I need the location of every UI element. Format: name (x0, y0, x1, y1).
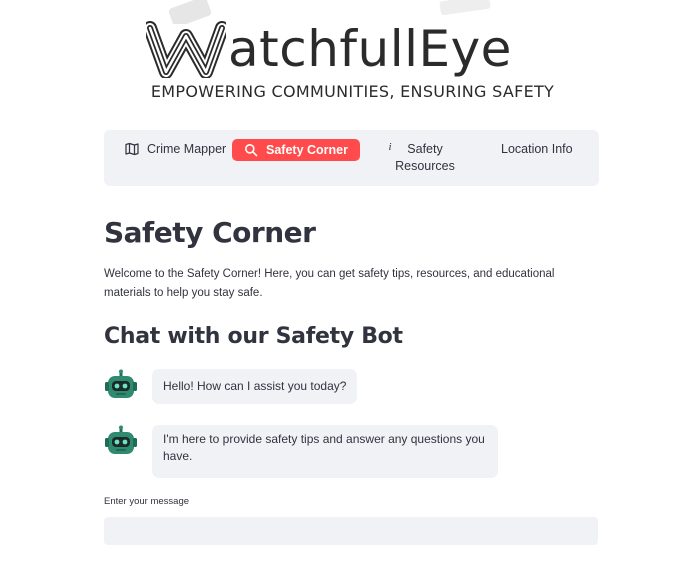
logo: atchfullEye EMPOWERING COMMUNITIES, ENSU… (0, 0, 685, 120)
logo-w-graphic (146, 21, 226, 78)
message-input[interactable] (104, 517, 598, 545)
nav-item-safety-corner[interactable]: Safety Corner (232, 139, 360, 161)
nav-label: Safety Corner (266, 143, 348, 157)
map-icon (125, 142, 139, 156)
nav-item-safety-resources[interactable]: i Safety Resources (386, 141, 456, 175)
logo-wordmark: atchfullEye (146, 8, 512, 78)
nav-item-location-info[interactable]: Location Info (501, 142, 573, 156)
robot-icon (105, 425, 137, 454)
chat-section-title: Chat with our Safety Bot (104, 324, 403, 349)
nav-label: Safety Resources (395, 142, 455, 173)
info-icon: i (388, 141, 392, 153)
chat-message: I'm here to provide safety tips and answ… (104, 425, 498, 478)
intro-text: Welcome to the Safety Corner! Here, you … (104, 268, 555, 299)
logo-text: atchfullEye (228, 20, 512, 78)
chat-bubble: I'm here to provide safety tips and answ… (152, 425, 498, 478)
top-nav: Crime Mapper Safety Corner i Safety Reso… (104, 130, 599, 186)
nav-label: Location Info (501, 142, 573, 156)
nav-item-crime-mapper[interactable]: Crime Mapper (125, 142, 226, 156)
chat-message: Hello! How can I assist you today? (104, 369, 358, 404)
nav-label: Crime Mapper (147, 142, 227, 156)
message-input-label: Enter your message (104, 496, 190, 507)
chat-bubble: Hello! How can I assist you today? (152, 369, 358, 404)
robot-icon (105, 369, 137, 398)
search-icon (244, 143, 258, 157)
page-title: Safety Corner (104, 216, 316, 249)
tagline: EMPOWERING COMMUNITIES, ENSURING SAFETY (150, 82, 555, 101)
